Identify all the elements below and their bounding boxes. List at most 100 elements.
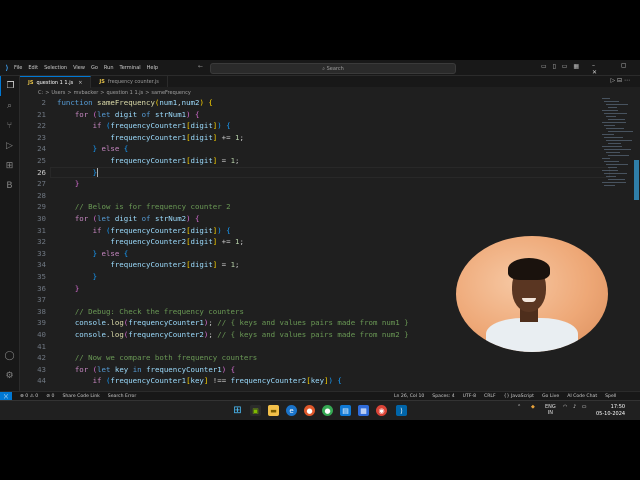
- tray-app-icon[interactable]: ◆: [531, 404, 535, 410]
- status-item-4[interactable]: {} JavaScript: [504, 394, 534, 399]
- breadcrumb-item[interactable]: C:: [38, 90, 43, 96]
- status-item-6[interactable]: AI Code Chat: [567, 394, 597, 399]
- code-text: }: [74, 283, 80, 293]
- line-number: 43: [37, 364, 46, 374]
- line-number: 41: [37, 341, 46, 351]
- source-control-icon[interactable]: ⑂: [0, 116, 19, 136]
- vscode-logo-icon: ⟩: [5, 63, 9, 72]
- lang-region: IN: [547, 410, 553, 416]
- windows-start-icon[interactable]: ⊞: [232, 405, 243, 416]
- breadcrumb-item[interactable]: Users: [51, 90, 65, 96]
- line-number: 22: [37, 121, 46, 131]
- vscode-taskbar-icon[interactable]: ⟩: [396, 405, 407, 416]
- scrollbar-track[interactable]: [633, 98, 640, 392]
- line-number: 31: [37, 225, 46, 235]
- files-icon[interactable]: ❐: [0, 76, 20, 96]
- breadcrumb-item[interactable]: question 1 1.js: [106, 90, 143, 96]
- line-number: 28: [37, 190, 46, 200]
- code-text: frequencyCounter2[digit] = 1;: [110, 260, 240, 270]
- minimap-line: [604, 161, 619, 162]
- text-cursor: [97, 168, 99, 178]
- scrollbar-thumb[interactable]: [634, 160, 639, 200]
- line-number: 40: [37, 330, 46, 339]
- status-item-0[interactable]: Ln 26, Col 10: [394, 394, 424, 399]
- line-number: 36: [37, 283, 46, 293]
- menu-item-file[interactable]: File: [14, 65, 22, 71]
- status-search-error[interactable]: Search Error: [108, 394, 136, 399]
- breadcrumb-item[interactable]: sameFrequency: [151, 90, 190, 96]
- firefox-icon[interactable]: ●: [304, 405, 315, 416]
- minimap-line: [604, 173, 627, 174]
- status-share-code-link[interactable]: Share Code Link: [62, 394, 99, 399]
- person-smile: [522, 298, 536, 302]
- line-number: 29: [37, 202, 46, 212]
- code-text: } else {: [92, 248, 129, 258]
- line-number: 2: [41, 98, 46, 107]
- clock-time: 17:50: [610, 404, 626, 410]
- minimap-line: [602, 146, 622, 147]
- edge-icon[interactable]: e: [286, 405, 297, 416]
- widgets-icon[interactable]: ▣: [250, 405, 261, 416]
- run-debug-icon[interactable]: ▷: [0, 136, 19, 156]
- tray-chevron-icon[interactable]: ⌃: [517, 404, 521, 410]
- menu-item-go[interactable]: Go: [91, 65, 98, 71]
- minimap-line: [604, 113, 627, 114]
- status-item-5[interactable]: Go Live: [542, 394, 559, 399]
- file-explorer-icon[interactable]: ▬: [268, 405, 279, 416]
- minimap-line: [602, 134, 614, 135]
- activity-bar: ❐ ⌕ ⑂ ▷ ⊞ B ◯ ⚙: [0, 76, 20, 391]
- language-indicator[interactable]: ENG IN: [545, 404, 556, 416]
- status-item-1[interactable]: Spaces: 4: [432, 394, 454, 399]
- store-icon[interactable]: ▤: [340, 405, 351, 416]
- menu-item-edit[interactable]: Edit: [28, 65, 38, 71]
- account-icon[interactable]: ◯: [0, 346, 19, 366]
- status-item-7[interactable]: Spell: [605, 394, 616, 399]
- menu-item-run[interactable]: Run: [104, 65, 114, 71]
- command-center-search[interactable]: ⌕ Search: [210, 63, 456, 74]
- status-problems[interactable]: ⊗ 0 ⚠ 0: [20, 394, 38, 399]
- line-number: 42: [37, 353, 46, 363]
- minimap-line: [602, 182, 626, 183]
- line-number: 24: [37, 144, 46, 154]
- clock[interactable]: 17:50 05-10-2024: [596, 404, 625, 418]
- menu-item-selection[interactable]: Selection: [44, 65, 67, 71]
- network-volume-icon[interactable]: ◠ ♪ ▭: [563, 404, 588, 410]
- minimap-line: [606, 140, 632, 141]
- search-icon[interactable]: ⌕: [0, 96, 19, 116]
- minimap-line: [606, 164, 628, 165]
- layout-controls-icon[interactable]: ▭ ▯ ▭ ▦: [541, 63, 581, 70]
- tab-0[interactable]: JS question 1 1.js ×: [20, 76, 92, 88]
- code-text: frequencyCounter1[digit] = 1;: [110, 156, 240, 165]
- code-text: console.log(frequencyCounter1); // { key…: [74, 318, 409, 328]
- webcam-overlay: [456, 236, 608, 352]
- settings-icon[interactable]: ⚙: [0, 366, 19, 386]
- remote-icon[interactable]: B: [0, 176, 19, 196]
- line-number: 35: [37, 272, 46, 281]
- status-ports[interactable]: ⊘ 0: [46, 394, 54, 399]
- app-icon[interactable]: ▦: [358, 405, 369, 416]
- menu-item-terminal[interactable]: Terminal: [120, 65, 141, 71]
- minimap-line: [608, 131, 633, 132]
- menu-item-help[interactable]: Help: [147, 65, 158, 71]
- line-number: 27: [37, 179, 46, 189]
- minimap-line: [602, 122, 626, 123]
- person-hair: [508, 258, 550, 280]
- code-text: // Now we compare both frequency counter…: [74, 353, 258, 363]
- breadcrumb-item[interactable]: mvbacker: [74, 90, 99, 96]
- menu-item-view[interactable]: View: [73, 65, 85, 71]
- extensions-icon[interactable]: ⊞: [0, 156, 19, 176]
- minimap-line: [602, 158, 610, 159]
- breadcrumb: C: > Users > mvbacker > question 1 1.js > sameFr…: [20, 88, 193, 97]
- chrome-green-icon[interactable]: ●: [322, 405, 333, 416]
- close-tab-icon[interactable]: ×: [78, 80, 82, 86]
- breadcrumb-separator: >: [100, 89, 105, 96]
- code-text: if (frequencyCounter1[digit]) {: [92, 121, 231, 131]
- tab-1[interactable]: JS frequency counter.js: [91, 76, 168, 87]
- code-text: }: [92, 272, 98, 281]
- tab-actions-icon[interactable]: ▷ ⊟ ⋯: [611, 77, 630, 84]
- window-controls[interactable]: – ▢ ✕: [592, 62, 640, 76]
- chrome-icon[interactable]: ◉: [376, 405, 387, 416]
- line-number: 37: [37, 295, 46, 305]
- status-item-2[interactable]: UTF-8: [463, 394, 476, 399]
- status-item-3[interactable]: CRLF: [484, 394, 496, 399]
